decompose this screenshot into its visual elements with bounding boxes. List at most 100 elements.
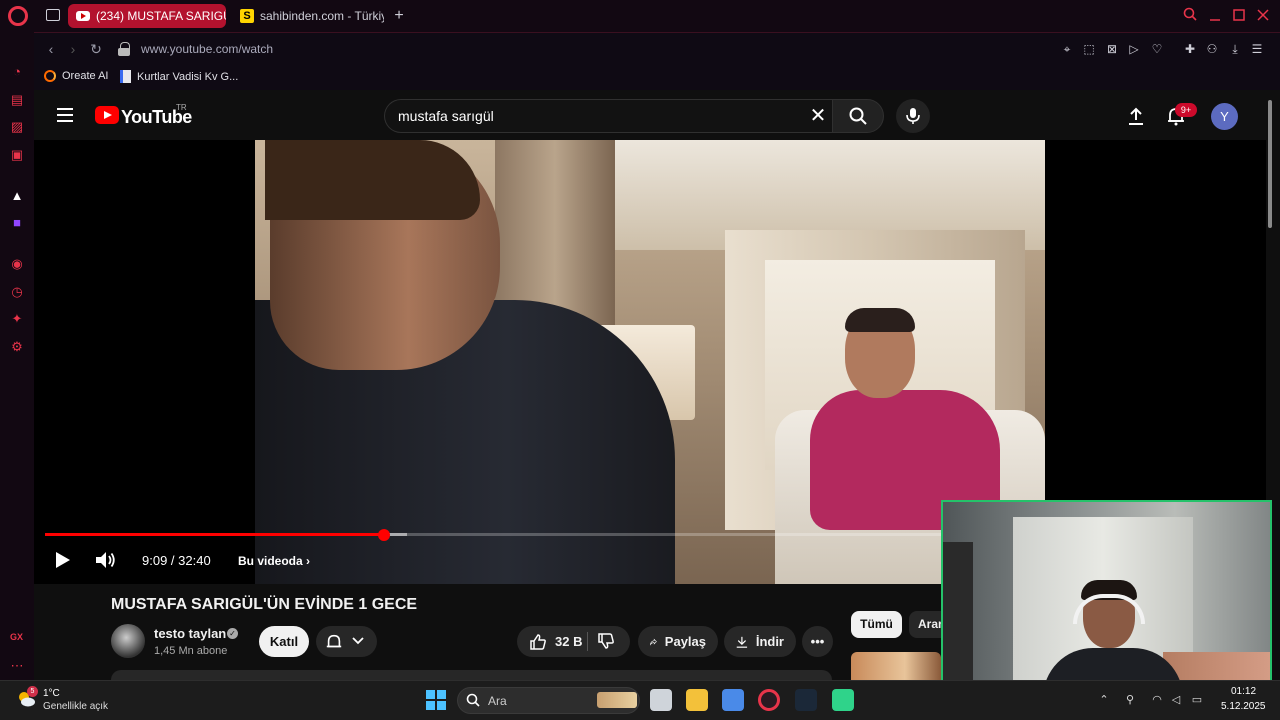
extensions-puzzle-icon[interactable]: ✚: [1182, 41, 1198, 57]
player-icon[interactable]: ◉: [9, 256, 25, 272]
video-title: MUSTAFA SARIGÜL'ÜN EVİNDE 1 GECE: [111, 596, 418, 613]
like-count: 32 B: [555, 634, 583, 649]
cleaner-icon[interactable]: ▨: [9, 119, 25, 135]
snapshot-icon[interactable]: ⬚: [1081, 41, 1097, 57]
extensions-icon[interactable]: ✦: [9, 311, 25, 327]
steam-icon[interactable]: [795, 689, 817, 711]
search-query[interactable]: mustafa sarıgül: [398, 108, 494, 124]
close-icon[interactable]: [1253, 6, 1273, 26]
weather-temperature[interactable]: 1°C: [43, 688, 60, 699]
weather-description[interactable]: Genellikle açık: [43, 701, 108, 712]
channel-name[interactable]: testo taylan: [154, 626, 226, 641]
join-button[interactable]: Katıl: [259, 626, 309, 657]
recommended-thumbnail[interactable]: [851, 652, 941, 680]
opera-gx-icon[interactable]: [758, 689, 780, 711]
tab-title: (234) MUSTAFA SARIGÜL: [96, 9, 226, 23]
sahibinden-icon: S: [240, 9, 254, 23]
menu-icon[interactable]: ☰: [1249, 41, 1265, 57]
avatar[interactable]: Y: [1211, 103, 1238, 130]
pin-icon[interactable]: ⌖: [1059, 41, 1075, 57]
chevron-up-icon[interactable]: ⌃: [1097, 693, 1111, 707]
microphone-icon[interactable]: ⚲: [1123, 693, 1137, 707]
clear-search-icon[interactable]: ✕: [808, 104, 828, 128]
tab-title: sahibinden.com - Türkiye': [260, 9, 384, 23]
minimize-icon[interactable]: [1205, 6, 1225, 26]
chevron-right-icon: ›: [306, 554, 311, 568]
voice-search-button[interactable]: [896, 99, 930, 133]
guide-menu-icon[interactable]: [57, 108, 73, 122]
volume-icon[interactable]: [95, 551, 117, 569]
video-frame[interactable]: [255, 140, 1045, 584]
tab-gallery-icon[interactable]: [46, 9, 60, 21]
weather-badge: 5: [27, 686, 38, 697]
taskbar-search-placeholder[interactable]: Ara: [488, 694, 507, 708]
tab-youtube[interactable]: (234) MUSTAFA SARIGÜL: [68, 4, 226, 28]
lock-icon[interactable]: [118, 42, 130, 56]
chapter-label: Bu videoda: [238, 554, 303, 568]
channel-avatar[interactable]: [111, 624, 145, 658]
download-button[interactable]: İndir: [724, 626, 796, 657]
thumbs-down-icon: [598, 633, 614, 649]
chapter-button[interactable]: Bu videoda ›: [238, 554, 310, 568]
dislike-button[interactable]: [597, 632, 615, 650]
forward-icon[interactable]: ›: [64, 40, 82, 58]
adblock-icon[interactable]: ⊠: [1104, 41, 1120, 57]
heart-icon[interactable]: ♡: [1149, 41, 1165, 57]
scrollbar-thumb[interactable]: [1268, 100, 1272, 228]
app-icon[interactable]: [832, 689, 854, 711]
profile-icon[interactable]: ⚇: [1204, 41, 1220, 57]
messenger-icon[interactable]: ▣: [9, 147, 25, 163]
subscription-bell-button[interactable]: [316, 626, 377, 657]
more-label: •••: [810, 634, 825, 649]
share-button[interactable]: Paylaş: [638, 626, 718, 657]
play-icon[interactable]: ▷: [1126, 41, 1142, 57]
bookmark-kurtlar-vadisi[interactable]: Kurtlar Vadisi Kv G...: [120, 70, 238, 83]
more-actions-button[interactable]: •••: [802, 626, 833, 657]
history-icon[interactable]: ◷: [9, 284, 25, 300]
tab-sahibinden[interactable]: S sahibinden.com - Türkiye': [232, 4, 384, 28]
file-explorer-icon[interactable]: [686, 689, 708, 711]
youtube-icon: [76, 11, 90, 21]
progress-played: [45, 533, 384, 536]
bookmark-label: Oreate AI: [62, 70, 109, 82]
opera-logo-icon[interactable]: [8, 6, 28, 26]
country-code: TR: [176, 103, 187, 112]
task-view-icon[interactable]: [650, 689, 672, 711]
progress-scrubber[interactable]: [378, 529, 390, 541]
upload-icon[interactable]: [1126, 106, 1146, 126]
back-icon[interactable]: ‹: [42, 40, 60, 58]
share-label: Paylaş: [664, 634, 706, 649]
microsoft-store-icon[interactable]: [722, 689, 744, 711]
wifi-icon[interactable]: ◠: [1150, 693, 1164, 707]
maximize-icon[interactable]: [1229, 6, 1249, 26]
twitch-icon[interactable]: ■: [9, 215, 25, 231]
download-icon: [736, 636, 748, 648]
webcam-overlay: [941, 500, 1272, 693]
windows-start-icon[interactable]: [426, 690, 446, 710]
bookmark-oreate[interactable]: Oreate AI: [44, 70, 108, 82]
download-icon[interactable]: ⤓: [1227, 41, 1243, 57]
share-icon: [650, 638, 657, 646]
clock-date[interactable]: 5.12.2025: [1221, 701, 1266, 712]
chevron-down-icon: [352, 637, 364, 645]
search-highlight-image: [597, 692, 637, 708]
more-icon[interactable]: ⋯: [9, 658, 25, 674]
description-box[interactable]: [111, 670, 832, 680]
search-icon: [466, 693, 480, 707]
speed-dial-icon[interactable]: ◔: [9, 64, 25, 80]
verified-icon: ✓: [227, 628, 238, 639]
reload-icon[interactable]: ↻: [87, 40, 105, 58]
search-tabs-icon[interactable]: [1180, 6, 1200, 26]
chip-all[interactable]: Tümü: [851, 611, 902, 638]
youtube-logo-icon[interactable]: [95, 106, 119, 124]
video-scene-man-left-hair: [265, 140, 480, 220]
battery-icon[interactable]: ▭: [1190, 693, 1204, 707]
new-tab-button[interactable]: +: [390, 6, 408, 26]
clock-time[interactable]: 01:12: [1231, 686, 1256, 697]
play-icon[interactable]: [54, 551, 72, 569]
aria-icon[interactable]: ▲: [9, 188, 25, 204]
settings-icon[interactable]: ⚙: [9, 339, 25, 355]
url-text[interactable]: www.youtube.com/watch: [141, 42, 273, 56]
gx-control-icon[interactable]: ▤: [9, 92, 25, 108]
speaker-icon[interactable]: ◁: [1169, 693, 1183, 707]
